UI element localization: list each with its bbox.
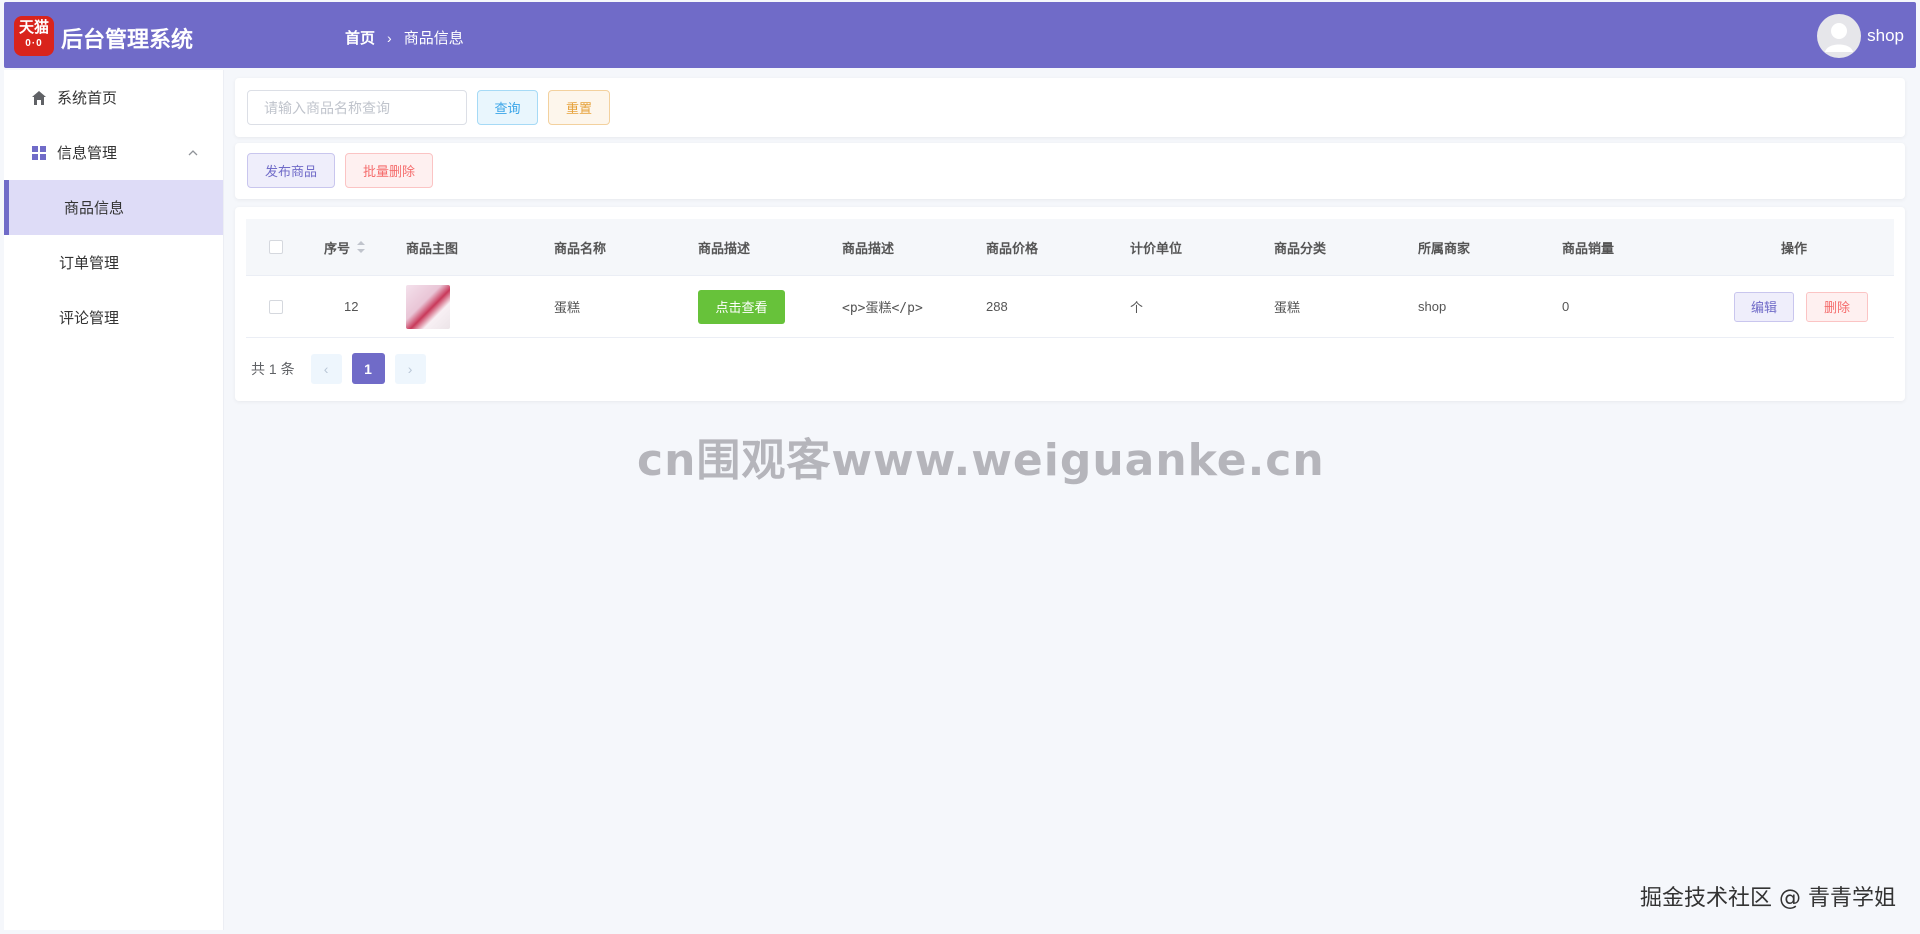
header-cell-name: 商品名称	[554, 240, 607, 256]
header-cell-image: 商品主图	[406, 240, 459, 256]
header-cell-sales: 商品销量	[1562, 240, 1615, 256]
delete-button[interactable]: 删除	[1806, 291, 1868, 322]
view-description-button[interactable]: 点击查看	[698, 289, 785, 324]
row-price: 288	[986, 299, 1008, 314]
sidebar-item-product-info[interactable]: 商品信息	[4, 180, 223, 235]
row-category: 蛋糕	[1274, 300, 1301, 315]
table-panel: 序号 商品主图 商品名称 商品描述 商品描述 商品价格 计价单位 商品分类 所属…	[235, 207, 1905, 401]
header-cell-category: 商品分类	[1274, 240, 1327, 256]
row-merchant: shop	[1418, 299, 1447, 314]
sidebar-item-label: 订单管理	[59, 255, 120, 272]
row-id: 12	[344, 299, 359, 314]
search-input[interactable]	[247, 90, 467, 125]
breadcrumb-current: 商品信息	[403, 30, 464, 47]
logo-sub: 0·0	[25, 38, 43, 49]
breadcrumb-home[interactable]: 首页	[345, 27, 375, 48]
sidebar-item-label: 信息管理	[57, 145, 118, 162]
row-sales: 0	[1562, 299, 1570, 314]
product-table: 序号 商品主图 商品名称 商品描述 商品描述 商品价格 计价单位 商品分类 所属…	[246, 219, 1894, 338]
sidebar-item-label: 评论管理	[59, 310, 120, 327]
user-avatar-icon[interactable]	[1817, 14, 1862, 58]
sidebar: 系统首页 信息管理 商品信息 订单管理 评论管理	[4, 70, 224, 930]
prev-page-icon[interactable]: ‹	[310, 353, 342, 384]
sidebar-item-comment-management[interactable]: 评论管理	[4, 290, 223, 345]
tmall-logo: 天猫 0·0	[14, 16, 54, 56]
reset-button[interactable]: 重置	[548, 90, 610, 125]
row-checkbox[interactable]	[269, 299, 283, 314]
product-thumbnail[interactable]	[406, 284, 450, 329]
header-cell-merchant: 所属商家	[1418, 240, 1471, 256]
row-name: 蛋糕	[554, 300, 581, 315]
sidebar-item-label: 系统首页	[57, 90, 118, 107]
username[interactable]: shop	[1867, 26, 1904, 46]
page-number-1[interactable]: 1	[351, 353, 385, 384]
chevron-up-icon	[187, 146, 199, 163]
table-row: 12 蛋糕 点击查看 <p>蛋糕</p> 288 个 蛋糕 shop 0 编辑 …	[246, 276, 1894, 338]
action-panel: 发布商品 批量删除	[235, 143, 1905, 199]
sidebar-item-home[interactable]: 系统首页	[4, 70, 223, 125]
batch-delete-button[interactable]: 批量删除	[345, 153, 433, 188]
app-title: 后台管理系统	[61, 28, 194, 53]
sidebar-item-order-management[interactable]: 订单管理	[4, 235, 223, 290]
header-label: 序号	[324, 240, 351, 256]
view-description-label: 点击查看	[698, 289, 785, 324]
table-header: 序号 商品主图 商品名称 商品描述 商品描述 商品价格 计价单位 商品分类 所属…	[246, 219, 1894, 276]
select-all-checkbox[interactable]	[269, 240, 283, 254]
breadcrumb: 首页 › 商品信息	[345, 27, 464, 48]
search-panel: 查询 重置	[235, 78, 1905, 137]
sort-icon[interactable]	[356, 240, 366, 254]
delete-label: 删除	[1806, 291, 1868, 322]
header-cell-id[interactable]: 序号	[324, 238, 366, 257]
header-cell-desc-text: 商品描述	[842, 240, 895, 256]
edit-label: 编辑	[1734, 291, 1794, 322]
pagination: 共 1 条 ‹ 1 ›	[251, 353, 426, 384]
sidebar-item-label: 商品信息	[64, 200, 125, 217]
sidebar-item-info-management[interactable]: 信息管理	[4, 125, 223, 180]
pagination-total: 共 1 条	[251, 360, 295, 377]
breadcrumb-separator-icon: ›	[387, 29, 392, 46]
header-cell-price: 商品价格	[986, 240, 1039, 256]
header-cell-desc: 商品描述	[698, 240, 751, 256]
user-menu[interactable]: shop	[1817, 14, 1904, 58]
row-desc-text: <p>蛋糕</p>	[842, 301, 923, 316]
header-cell-unit: 计价单位	[1130, 240, 1183, 256]
edit-button[interactable]: 编辑	[1734, 291, 1794, 322]
grid-icon	[31, 145, 47, 161]
publish-product-button[interactable]: 发布商品	[247, 153, 335, 188]
header-cell-actions: 操作	[1781, 240, 1808, 256]
watermark-text: cn围观客www.weiguanke.cn	[637, 435, 1325, 486]
top-header: 天猫 0·0 后台管理系统 首页 › 商品信息 shop	[4, 2, 1916, 68]
credit-text: 掘金技术社区 @ 青青学姐	[1640, 886, 1896, 911]
query-button[interactable]: 查询	[477, 90, 538, 125]
home-icon	[31, 90, 47, 106]
logo-text: 天猫	[18, 19, 49, 36]
row-unit: 个	[1130, 300, 1144, 315]
next-page-icon[interactable]: ›	[394, 353, 426, 384]
